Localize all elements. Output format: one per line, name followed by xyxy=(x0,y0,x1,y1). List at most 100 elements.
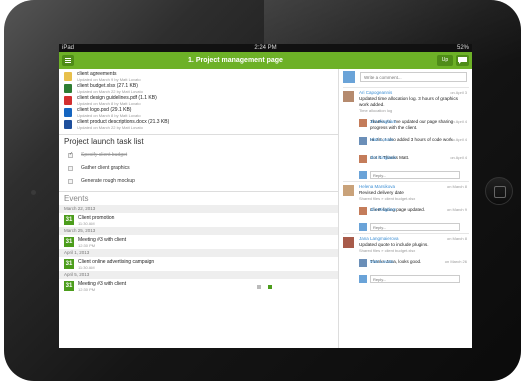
chat-button[interactable] xyxy=(456,55,469,66)
file-meta: Updated on March 22 by Matt Lovato xyxy=(77,89,143,94)
task-item: Specify client budget xyxy=(64,149,338,162)
task-checkbox[interactable] xyxy=(68,166,73,171)
file-item[interactable]: client design guidelines.pdf (1.1 KB) Upd… xyxy=(64,95,338,107)
task-label: Gather client graphics xyxy=(81,165,130,171)
top-bar: 1. Project management page Up xyxy=(59,52,472,69)
battery: 52% xyxy=(456,45,469,51)
avatar xyxy=(359,119,367,127)
comments-panel: Ari Capogeannis on April 3Updated time al… xyxy=(340,69,472,348)
pdf-icon xyxy=(64,96,72,105)
event-date: March 22, 2013 xyxy=(59,205,338,213)
author-name[interactable]: Jim Ringham xyxy=(370,207,396,212)
calendar-icon: 31 xyxy=(64,259,74,269)
file-meta: Updated on March 8 by Matt Lovato xyxy=(77,101,141,106)
author-name[interactable]: Helena Marsikova xyxy=(359,184,395,189)
tasklist-title: Project launch task list xyxy=(64,137,144,146)
author-name[interactable]: Matt Lovato xyxy=(370,137,394,142)
folder-icon xyxy=(64,72,72,81)
avatar xyxy=(359,207,367,215)
ipad-frame: iPad 2:24 PM 52% 1. Project management p… xyxy=(4,0,521,381)
reply-item: Jim Ringham on April 4 Got it. Thanks Matt… xyxy=(359,155,469,168)
reply-composer xyxy=(359,170,469,181)
reply-item: Jim Ringham on April 4 Thanks Ari. I've up… xyxy=(359,119,469,132)
word-icon xyxy=(64,120,72,129)
author-name[interactable]: Matt Lovato xyxy=(370,259,394,264)
file-item[interactable]: client budget.xlsx (27.1 KB) Updated on M… xyxy=(64,83,338,95)
event-item[interactable]: 31 Client online advertising campaign 11:3… xyxy=(64,257,338,271)
event-time: 11:30 AM xyxy=(78,265,95,270)
reply-input[interactable] xyxy=(370,171,460,179)
comment-date: on April 4 xyxy=(450,137,467,142)
clock: 2:24 PM xyxy=(254,45,277,51)
reply-composer xyxy=(359,274,469,285)
comment-composer xyxy=(343,71,469,85)
file-item[interactable]: client agreements Updated on March 9 by M… xyxy=(64,71,338,83)
avatar xyxy=(343,237,354,248)
event-date: April 1, 2013 xyxy=(59,249,338,257)
calendar-toggle-icon[interactable] xyxy=(268,285,272,289)
author-name[interactable]: Jim Ringham xyxy=(370,119,396,124)
comment-date: on April 4 xyxy=(450,155,467,160)
comment-date: on April 4 xyxy=(450,119,467,124)
task-checkbox[interactable] xyxy=(68,151,73,158)
reply-item: Matt Lovato on March 26 Thanks Jana, looks… xyxy=(359,259,469,272)
calendar-icon: 31 xyxy=(64,237,74,247)
event-item[interactable]: 31 Meeting #3 with client 12:30 PM xyxy=(64,279,338,293)
comment-input[interactable] xyxy=(360,72,467,82)
event-list: March 22, 2013 31 Client promotion 11:30 AM… xyxy=(59,205,338,293)
event-time: 12:30 PM xyxy=(78,287,96,292)
task-checkbox[interactable] xyxy=(68,179,73,184)
author-name[interactable]: Ari Capogeannis xyxy=(359,90,392,95)
file-meta: Updated on March 9 by Matt Lovato xyxy=(77,77,141,82)
photoshop-icon xyxy=(64,108,72,117)
avatar xyxy=(359,275,367,283)
author-name[interactable]: Jana Langmaierova xyxy=(359,236,399,241)
avatar xyxy=(343,71,355,83)
attachment-link[interactable]: Shared files » client budget.xlsx xyxy=(359,248,469,254)
screen: iPad 2:24 PM 52% 1. Project management p… xyxy=(59,44,472,348)
task-item: Generate rough mockup xyxy=(64,175,338,188)
comment-thread: Ari Capogeannis on April 3 Updated time al… xyxy=(340,87,472,285)
reply-item: Matt Lovato on April 4 Hi Jim, I also adde… xyxy=(359,137,469,150)
attachment-link[interactable]: Time allocation log xyxy=(359,108,469,114)
avatar xyxy=(343,185,354,196)
reply-input[interactable] xyxy=(370,223,460,231)
event-time: 11:30 AM xyxy=(78,221,95,226)
calendar-icon: 31 xyxy=(64,281,74,291)
task-label: Generate rough mockup xyxy=(81,178,135,184)
avatar xyxy=(359,259,367,267)
status-bar: iPad 2:24 PM 52% xyxy=(59,44,472,52)
avatar xyxy=(359,137,367,145)
event-item[interactable]: 31 Meeting #3 with client 12:30 PM xyxy=(64,235,338,249)
task-item: Gather client graphics xyxy=(64,162,338,175)
author-name[interactable]: Jim Ringham xyxy=(370,155,396,160)
file-item[interactable]: client logo.psd (29.1 KB) Updated on Marc… xyxy=(64,107,338,119)
attachment-link[interactable]: Shared files » client budget.xlsx xyxy=(359,196,469,202)
event-item[interactable]: 31 Client promotion 11:30 AM xyxy=(64,213,338,227)
comment-date: on March 26 xyxy=(444,259,467,264)
file-item[interactable]: client product descriptions.docx (21.3 K… xyxy=(64,119,338,131)
home-button[interactable] xyxy=(485,177,513,205)
task-label: Specify client budget xyxy=(81,152,128,158)
comment-date: on April 3 xyxy=(450,90,467,95)
event-time: 12:30 PM xyxy=(78,243,96,248)
avatar xyxy=(359,171,367,179)
comment-date: on March 8 xyxy=(446,184,467,189)
chat-icon xyxy=(458,57,467,64)
comment-post: Jana Langmaierova on March 8 Updated quote… xyxy=(343,233,469,285)
avatar xyxy=(343,91,354,102)
comment-body: Updated time allocation log. 3 hours of … xyxy=(359,96,459,107)
task-list: Specify client budget Gather client graph… xyxy=(59,149,338,188)
grid-toggle-icon[interactable] xyxy=(257,285,261,289)
excel-icon xyxy=(64,84,72,93)
camera xyxy=(31,190,36,195)
comment-date: on March 9 xyxy=(446,207,467,212)
event-date: April 5, 2013 xyxy=(59,271,338,279)
reply-input[interactable] xyxy=(370,275,460,283)
file-meta: Updated on March 22 by Matt Lovato xyxy=(77,125,143,130)
avatar xyxy=(359,223,367,231)
up-button[interactable]: Up xyxy=(437,55,453,66)
comment-date: on March 8 xyxy=(446,236,467,241)
events-title: Events xyxy=(64,194,89,203)
comment-post: Ari Capogeannis on April 3 Updated time al… xyxy=(343,87,469,181)
